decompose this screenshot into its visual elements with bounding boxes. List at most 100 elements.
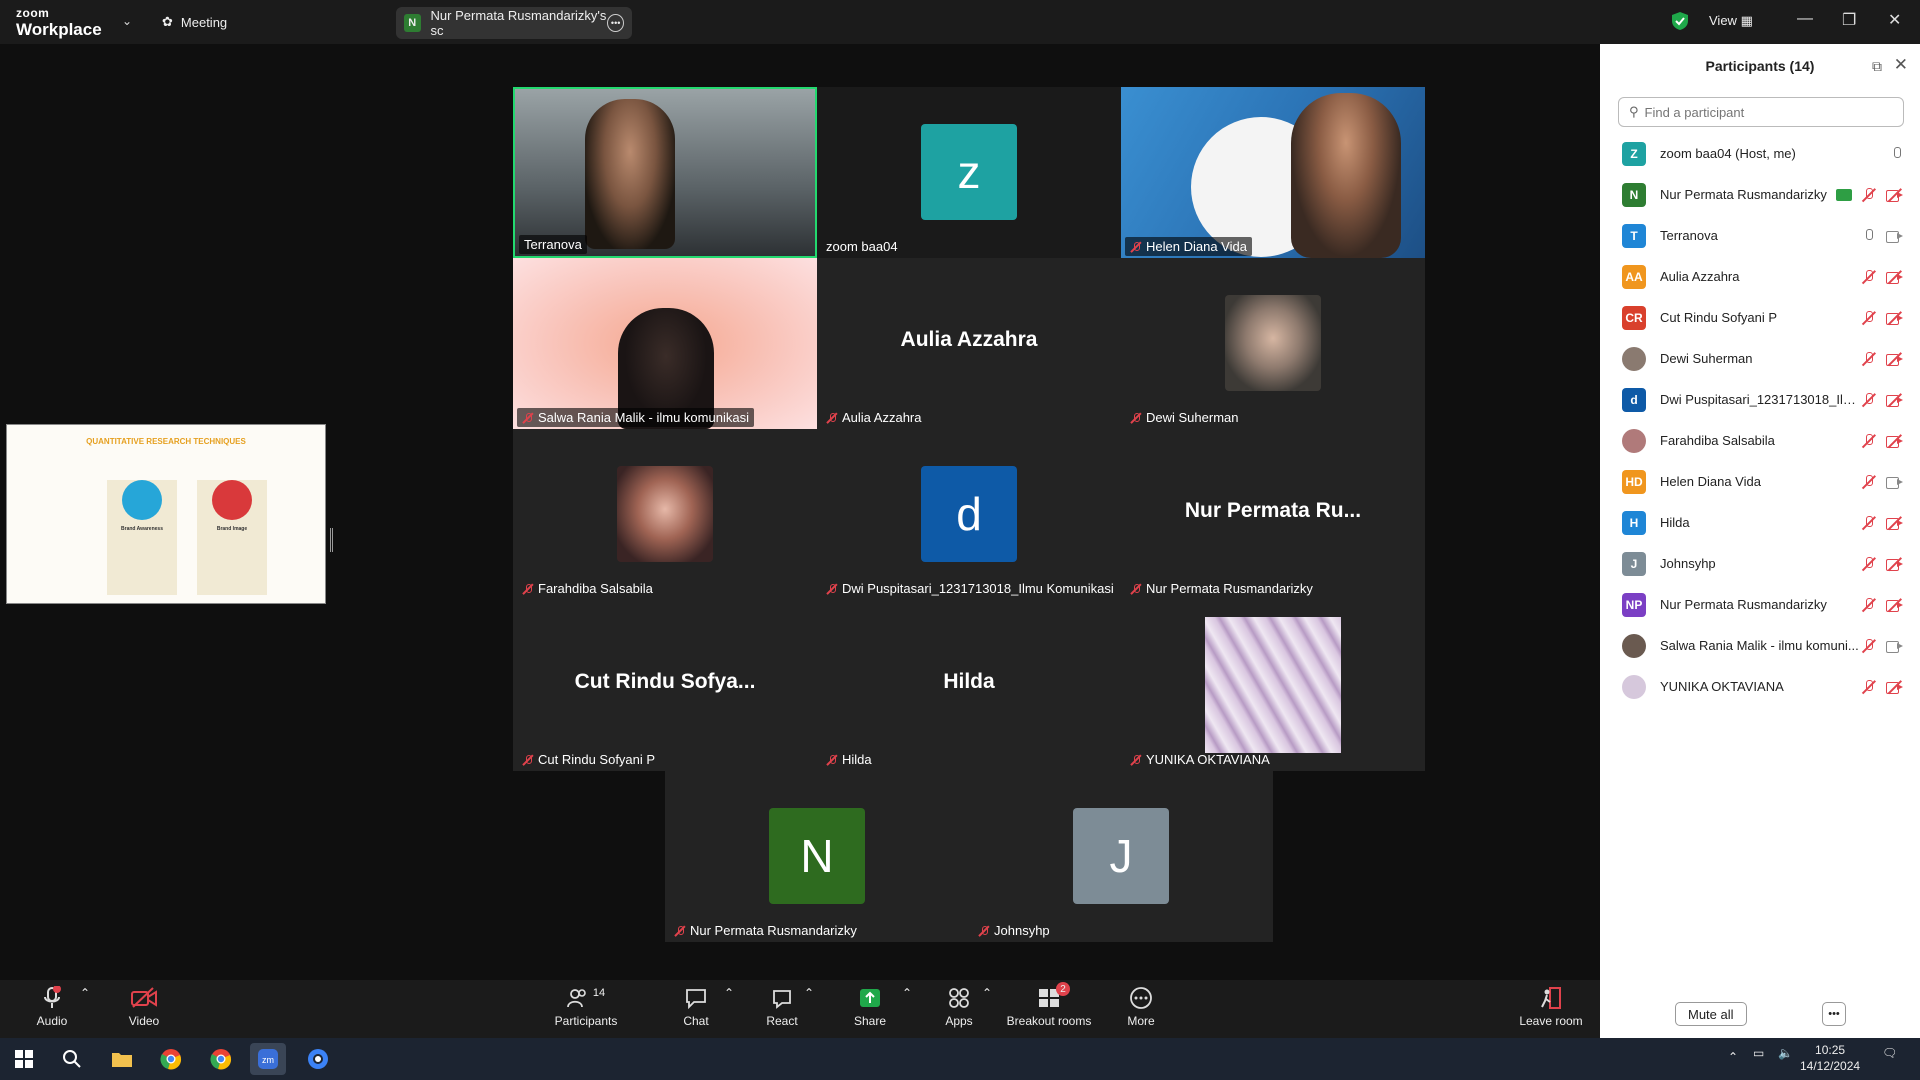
minimize-icon[interactable]: — <box>1797 10 1813 28</box>
mic-muted-icon[interactable] <box>1862 351 1876 367</box>
more-button[interactable]: More <box>1121 986 1161 1028</box>
video-tile-nur-permata[interactable]: Nur Permata Ru... Nur Permata Rusmandari… <box>1121 429 1425 600</box>
video-tile-zoom-baa04[interactable]: z zoom baa04 <box>817 87 1121 258</box>
participant-search[interactable]: ⚲ <box>1618 97 1904 127</box>
participant-row[interactable]: H Hilda <box>1600 502 1920 543</box>
participants-button[interactable]: 14 Participants <box>551 986 621 1028</box>
mic-muted-icon[interactable] <box>1862 474 1876 490</box>
video-tile-nur-permata-2[interactable]: N Nur Permata Rusmandarizky <box>665 771 969 942</box>
restore-icon[interactable]: ❐ <box>1842 10 1856 30</box>
mic-muted-icon[interactable] <box>1862 638 1876 654</box>
participant-row[interactable]: Farahdiba Salsabila <box>1600 420 1920 461</box>
video-off-icon[interactable] <box>1886 392 1904 407</box>
mic-muted-icon[interactable] <box>1862 433 1876 449</box>
video-tile-farahdiba[interactable]: Farahdiba Salsabila <box>513 429 817 600</box>
video-tile-helen-diana-vida[interactable]: Helen Diana Vida <box>1121 87 1425 258</box>
browser-icon[interactable] <box>300 1043 336 1075</box>
more-options-icon[interactable]: ••• <box>607 14 624 32</box>
react-options-caret[interactable]: ⌃ <box>804 986 814 1000</box>
video-icon[interactable] <box>1886 640 1904 653</box>
chrome-icon[interactable] <box>153 1043 189 1075</box>
screen-share-pill[interactable]: N Nur Permata Rusmandarizky's sc ••• <box>396 7 632 39</box>
apps-button[interactable]: Apps <box>939 986 979 1028</box>
share-options-caret[interactable]: ⌃ <box>902 986 912 1000</box>
chat-options-caret[interactable]: ⌃ <box>724 986 734 1000</box>
video-tile-aulia[interactable]: Aulia Azzahra Aulia Azzahra <box>817 258 1121 429</box>
network-icon[interactable]: ▭ <box>1753 1046 1764 1060</box>
more-options-button[interactable]: ••• <box>1822 1002 1846 1026</box>
file-explorer-icon[interactable] <box>104 1043 140 1075</box>
participant-name: Aulia Azzahra <box>1660 269 1740 284</box>
chevron-up-icon[interactable]: ⌃ <box>1728 1050 1738 1064</box>
breakout-rooms-button[interactable]: 2 Breakout rooms <box>1006 982 1092 1028</box>
microphone-icon[interactable] <box>1890 146 1904 162</box>
video-off-icon[interactable] <box>1886 679 1904 694</box>
popout-icon[interactable]: ⧉ <box>1872 58 1882 75</box>
notification-icon[interactable]: 🗨 <box>1882 1046 1897 1060</box>
video-tile-yunika[interactable]: YUNIKA OKTAVIANA <box>1121 600 1425 771</box>
participant-row[interactable]: Dewi Suherman <box>1600 338 1920 379</box>
video-off-icon[interactable] <box>1886 515 1904 530</box>
audio-options-caret[interactable]: ⌃ <box>80 986 90 1000</box>
close-icon[interactable]: ✕ <box>1888 10 1901 30</box>
participant-row[interactable]: HD Helen Diana Vida <box>1600 461 1920 502</box>
participant-row[interactable]: d Dwi Puspitasari_1231713018_Ilm... <box>1600 379 1920 420</box>
participant-row[interactable]: NP Nur Permata Rusmandarizky <box>1600 584 1920 625</box>
chrome-profile-icon[interactable] <box>203 1043 239 1075</box>
participant-row[interactable]: Zzoom baa04 (Host, me) <box>1600 133 1920 174</box>
close-icon[interactable]: ✕ <box>1894 55 1908 75</box>
participant-row[interactable]: AA Aulia Azzahra <box>1600 256 1920 297</box>
mic-muted-icon[interactable] <box>1862 597 1876 613</box>
mic-muted-icon[interactable] <box>1862 556 1876 572</box>
video-tile-dewi[interactable]: Dewi Suherman <box>1121 258 1425 429</box>
video-tile-salwa[interactable]: Salwa Rania Malik - ilmu komunikasi <box>513 258 817 429</box>
participant-row[interactable]: J Johnsyhp <box>1600 543 1920 584</box>
video-off-icon[interactable] <box>1886 269 1904 284</box>
apps-options-caret[interactable]: ⌃ <box>982 986 992 1000</box>
mic-muted-icon[interactable] <box>1862 515 1876 531</box>
video-tile-hilda[interactable]: Hilda Hilda <box>817 600 1121 771</box>
mic-muted-icon[interactable] <box>1862 269 1876 285</box>
video-off-icon[interactable] <box>1886 597 1904 612</box>
react-button[interactable]: React <box>762 986 802 1028</box>
mic-muted-icon[interactable] <box>1862 392 1876 408</box>
video-off-icon[interactable] <box>1886 351 1904 366</box>
chevron-down-icon[interactable]: ⌄ <box>122 14 132 28</box>
mic-muted-icon[interactable] <box>1862 310 1876 326</box>
shield-icon[interactable] <box>1671 11 1689 31</box>
leave-room-button[interactable]: Leave room <box>1516 986 1586 1028</box>
participant-row[interactable]: N Nur Permata Rusmandarizky <box>1600 174 1920 215</box>
mic-muted-icon[interactable] <box>1862 679 1876 695</box>
audio-button[interactable]: Audio <box>32 986 72 1028</box>
mute-all-button[interactable]: Mute all <box>1675 1002 1747 1026</box>
video-tile-dwi[interactable]: d Dwi Puspitasari_1231713018_Ilmu Komuni… <box>817 429 1121 600</box>
chat-button[interactable]: Chat <box>678 986 714 1028</box>
video-off-icon[interactable] <box>1886 187 1904 202</box>
video-icon[interactable] <box>1886 230 1904 243</box>
video-off-icon[interactable] <box>1886 310 1904 325</box>
zoom-taskbar-icon[interactable]: zm <box>250 1043 286 1075</box>
microphone-icon[interactable] <box>1862 228 1876 244</box>
participant-row[interactable]: CR Cut Rindu Sofyani P <box>1600 297 1920 338</box>
volume-icon[interactable]: 🔈 <box>1778 1046 1793 1060</box>
search-icon[interactable] <box>54 1043 90 1075</box>
video-tile-cut-rindu[interactable]: Cut Rindu Sofya... Cut Rindu Sofyani P <box>513 600 817 771</box>
search-input[interactable] <box>1644 104 1885 120</box>
participant-row[interactable]: YUNIKA OKTAVIANA <box>1600 666 1920 707</box>
meeting-menu[interactable]: ✿ Meeting <box>162 14 227 30</box>
windows-start-icon[interactable] <box>6 1043 42 1075</box>
share-button[interactable]: Share <box>850 986 890 1028</box>
resize-handle[interactable] <box>330 528 333 552</box>
participant-row[interactable]: T Terranova <box>1600 215 1920 256</box>
view-button[interactable]: View ▦ <box>1709 13 1753 29</box>
video-icon[interactable] <box>1886 476 1904 489</box>
video-button[interactable]: Video <box>124 986 164 1028</box>
video-off-icon[interactable] <box>1886 556 1904 571</box>
mic-muted-icon[interactable] <box>1862 187 1876 203</box>
video-tile-johnsyhp[interactable]: J Johnsyhp <box>969 771 1273 942</box>
clock[interactable]: 10:25 14/12/2024 <box>1800 1042 1860 1074</box>
participant-row[interactable]: Salwa Rania Malik - ilmu komuni... <box>1600 625 1920 666</box>
video-tile-terranova[interactable]: Terranova <box>513 87 817 258</box>
shared-screen-thumbnail[interactable]: QUANTITATIVE RESEARCH TECHNIQUES Brand A… <box>6 424 326 604</box>
video-off-icon[interactable] <box>1886 433 1904 448</box>
